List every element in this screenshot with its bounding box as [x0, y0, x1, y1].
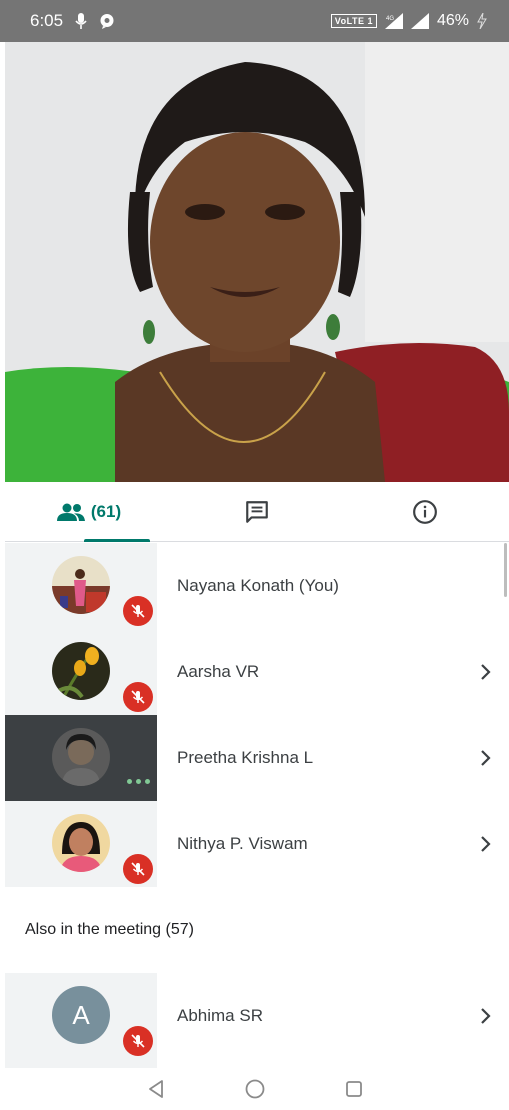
mic-icon [75, 12, 87, 29]
avatar [52, 814, 110, 872]
speaker-video-image [5, 42, 509, 482]
info-icon [413, 499, 437, 524]
chevron-right-icon[interactable] [479, 748, 493, 768]
status-time: 6:05 [30, 11, 64, 30]
participant-row[interactable]: A Abhima SR [5, 973, 509, 1059]
volte-badge: VoLTE 1 [330, 14, 377, 28]
participant-row[interactable]: Nithya P. Viswam [5, 801, 509, 887]
avatar [52, 642, 110, 700]
people-count: (61) [90, 501, 122, 521]
chevron-right-icon[interactable] [479, 1006, 493, 1026]
participant-row[interactable]: Nayana Konath (You) [5, 543, 509, 629]
participant-row[interactable]: Aarsha VR [5, 629, 509, 715]
signal-4g-icon: 4G [384, 13, 403, 29]
participant-list[interactable]: Nayana Konath (You) Aarsha VR Preetha Kr… [5, 543, 509, 1068]
participant-row[interactable]: Preetha Krishna L [5, 715, 509, 801]
participant-name: Nayana Konath (You) [177, 576, 339, 595]
participant-name: Preetha Krishna L [177, 748, 314, 767]
tab-chat[interactable] [173, 482, 341, 541]
avatar [52, 556, 110, 614]
recents-icon[interactable] [344, 1079, 364, 1099]
charging-icon [477, 13, 487, 29]
mic-off-icon [123, 854, 153, 884]
participant-name: Aarsha VR [177, 662, 260, 681]
participant-tile [5, 801, 157, 887]
section-title: Also in the meeting (57) [25, 921, 194, 938]
status-bar: 6:05 VoLTE 1 4G 46% [0, 0, 509, 42]
people-icon [56, 503, 85, 521]
chat-notification-icon [100, 14, 114, 29]
meeting-tabs: (61) [5, 482, 509, 542]
also-in-meeting-section: Also in the meeting (57) [5, 887, 509, 973]
participant-tile [5, 1059, 157, 1068]
back-icon[interactable] [146, 1079, 166, 1099]
mic-off-icon [123, 1026, 153, 1056]
avatar [52, 728, 110, 786]
svg-text:4G: 4G [386, 16, 394, 22]
participant-tile [5, 543, 157, 629]
list-scrollbar[interactable] [504, 543, 507, 597]
home-icon[interactable] [244, 1078, 266, 1100]
avatar: A [52, 986, 110, 1044]
mic-off-icon [123, 596, 153, 626]
mic-off-icon [123, 682, 153, 712]
speaking-indicator-icon [127, 779, 150, 784]
battery-level: 46% [436, 12, 469, 29]
chevron-right-icon[interactable] [479, 834, 493, 854]
participant-row[interactable] [5, 1059, 509, 1068]
participant-tile: A [5, 973, 157, 1059]
signal-icon [410, 13, 429, 29]
main-video-feed[interactable] [5, 42, 509, 482]
tab-info[interactable] [341, 482, 509, 541]
participant-name: Nithya P. Viswam [177, 834, 308, 853]
participant-name: Abhima SR [177, 1006, 263, 1025]
chat-icon [246, 500, 268, 523]
tab-people[interactable]: (61) [5, 482, 173, 542]
participant-tile [5, 715, 157, 801]
participant-tile [5, 629, 157, 715]
system-navigation-bar [0, 1068, 509, 1110]
chevron-right-icon[interactable] [479, 662, 493, 682]
